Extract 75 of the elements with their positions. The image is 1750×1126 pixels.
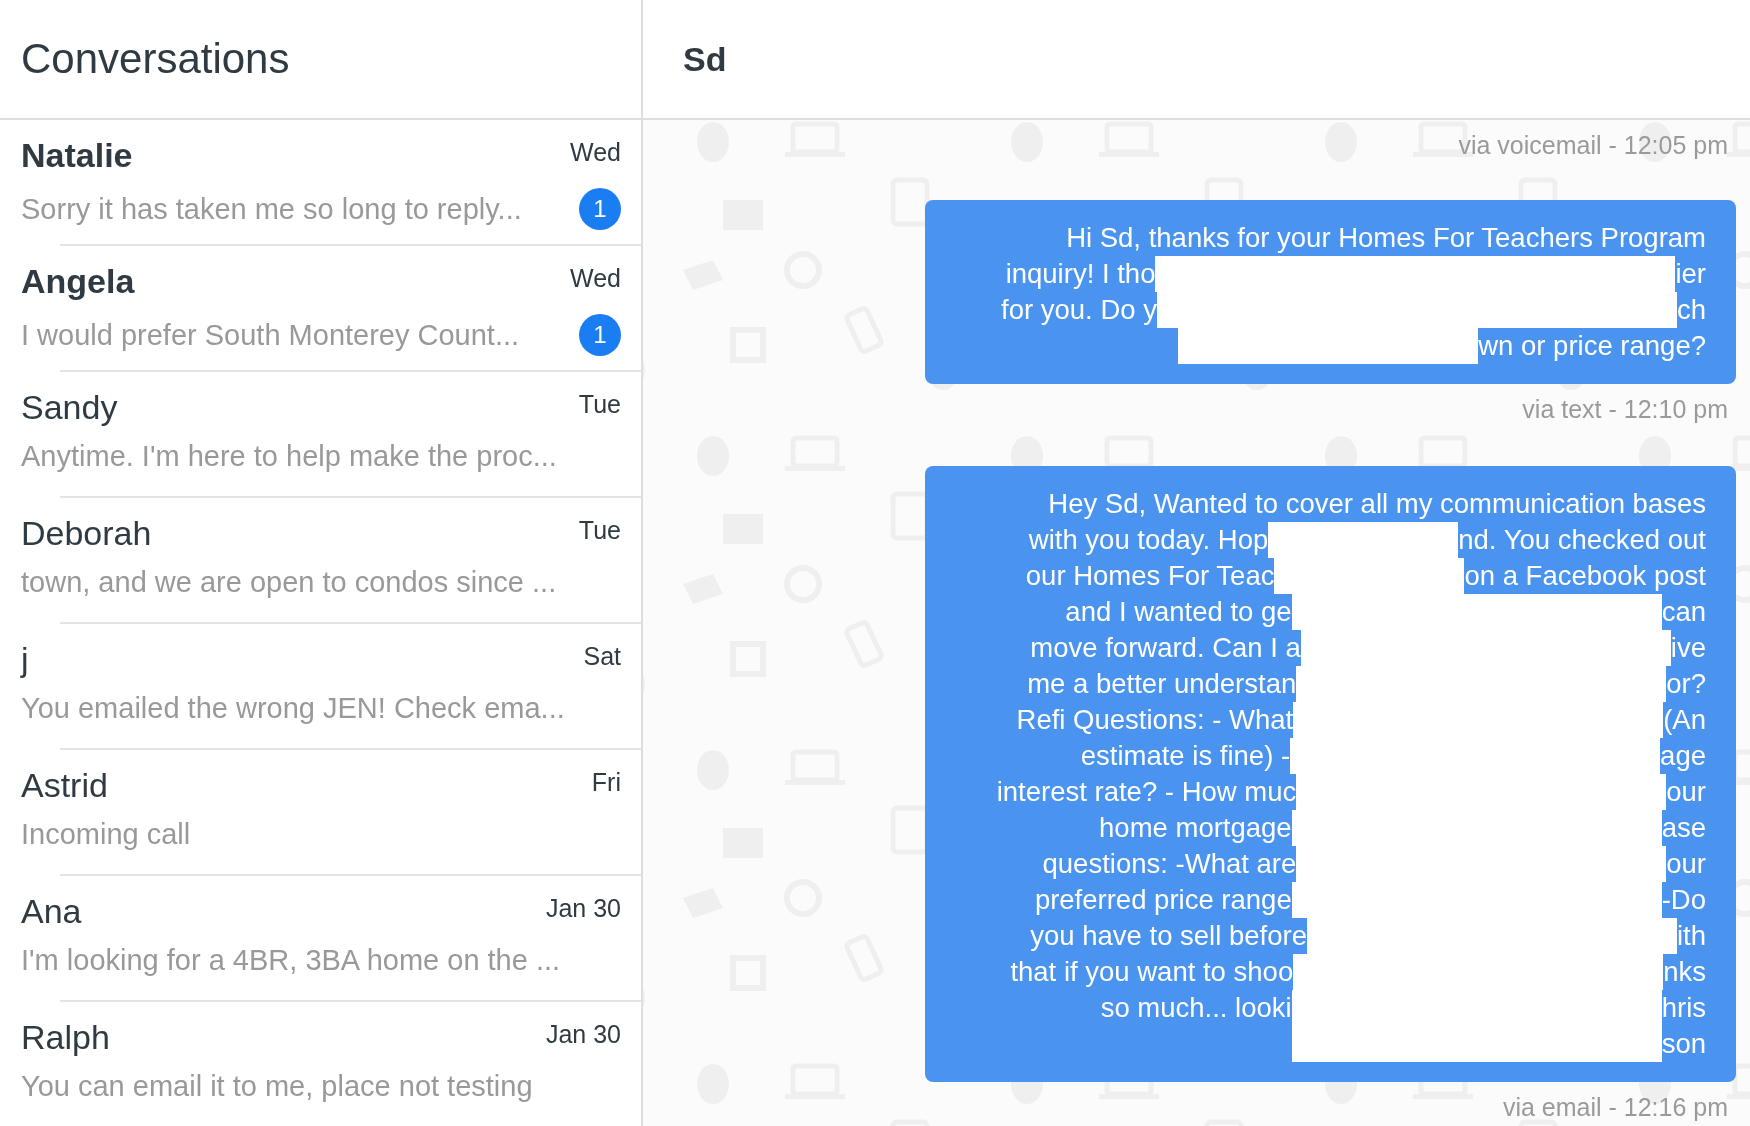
message-preview: I'm looking for a 4BR, 3BA home on the ... <box>21 944 561 977</box>
message-preview: Anytime. I'm here to help make the proc... <box>21 440 557 473</box>
contact-name: Natalie <box>21 136 133 175</box>
unread-count: 1 <box>579 314 621 356</box>
conversation-date: Fri <box>591 768 621 797</box>
conversation-date: Wed <box>570 138 621 167</box>
message-text: ch <box>1676 293 1706 327</box>
message-text: our Homes For Teac <box>1025 559 1275 593</box>
message-text: you have to sell before <box>1030 919 1307 953</box>
conversation-item[interactable]: Astrid Fri Incoming call <box>0 750 641 876</box>
message-text: our <box>1666 847 1706 881</box>
message-text: ier <box>1675 257 1706 291</box>
conversation-item[interactable]: Deborah Tue town, and we are open to condos since ... <box>0 498 641 624</box>
message-text: Hi Sd, thanks for your Homes For Teachers Program <box>1066 221 1706 255</box>
conversation-item[interactable]: Angela Wed I would prefer South Monterey Count... 1 <box>0 246 641 372</box>
conversation-item[interactable]: Natalie Wed Sorry it has taken me so long to reply... 1 <box>0 120 641 246</box>
conversation-item[interactable]: Ralph Jan 30 You can email it to me, place not testing <box>0 1002 641 1126</box>
unread-count: 1 <box>579 188 621 230</box>
message-text: Refi Questions: - What <box>1016 703 1294 737</box>
conversation-item[interactable]: Sandy Tue Anytime. I'm here to help make the proc... <box>0 372 641 498</box>
chat-title: Sd <box>683 39 727 79</box>
message-text: for you. Do y <box>1001 293 1157 327</box>
message-text: can <box>1661 595 1706 629</box>
message-text: estimate is fine) - <box>1080 739 1291 773</box>
contact-name: Angela <box>21 262 135 301</box>
message-text: son <box>1661 1027 1706 1061</box>
message-text: on a Facebook post <box>1464 559 1706 593</box>
message-text: inquiry! I tho <box>1005 257 1156 291</box>
message-preview: You can email it to me, place not testing <box>21 1070 533 1103</box>
contact-name: Sandy <box>21 388 118 427</box>
message-text: so much... looki <box>1100 991 1292 1025</box>
message-text: wn or price range? <box>1478 329 1706 363</box>
message-text: or? <box>1666 667 1706 701</box>
message-text: interest rate? - How muc <box>996 775 1297 809</box>
message-preview: I would prefer South Monterey Count... <box>21 318 520 352</box>
message-text: nd. You checked out <box>1458 523 1706 557</box>
message-text: (An <box>1663 703 1706 737</box>
message-meta: via voicemail - 12:05 pm <box>1458 130 1728 161</box>
message-text: home mortgage <box>1099 811 1292 845</box>
message-text: questions: -What are <box>1042 847 1297 881</box>
message-text: me a better understan <box>1027 667 1297 701</box>
message-preview: town, and we are open to condos since ... <box>21 566 557 599</box>
message-text: preferred price range <box>1034 883 1292 917</box>
sidebar-title: Conversations <box>21 35 290 83</box>
message-text: and I wanted to ge <box>1065 595 1292 629</box>
message-text: Hey Sd, Wanted to cover all my communication bases <box>1048 487 1706 521</box>
message-meta: via email - 12:16 pm <box>1502 1092 1728 1123</box>
conversation-date: Tue <box>578 390 621 419</box>
conversation-date: Tue <box>578 516 621 545</box>
message-text: nks <box>1663 955 1706 989</box>
message-text: ive <box>1670 631 1706 665</box>
contact-name: Ana <box>21 892 82 931</box>
message-preview: You emailed the wrong JEN! Check ema... <box>21 692 565 725</box>
message-text: age <box>1660 739 1706 773</box>
message-text: move forward. Can I a <box>1030 631 1301 665</box>
message-text: that if you want to shoo <box>1010 955 1294 989</box>
message-meta: via text - 12:10 pm <box>1522 394 1728 425</box>
conversation-date: Wed <box>570 264 621 293</box>
conversation-date: Jan 30 <box>545 894 621 923</box>
message-text: hris <box>1661 991 1706 1025</box>
contact-name: j <box>21 640 29 679</box>
message-preview: Incoming call <box>21 818 191 851</box>
message-text: our <box>1666 775 1706 809</box>
contact-name: Astrid <box>21 766 108 805</box>
message-text: ase <box>1661 811 1706 845</box>
conversation-date: Jan 30 <box>545 1020 621 1049</box>
contact-name: Ralph <box>21 1018 110 1057</box>
message-text: ith <box>1676 919 1706 953</box>
conversation-date: Sat <box>583 642 621 671</box>
message-preview: Sorry it has taken me so long to reply... <box>21 192 522 226</box>
conversation-item[interactable]: j Sat You emailed the wrong JEN! Check ema... <box>0 624 641 750</box>
conversation-item[interactable]: Ana Jan 30 I'm looking for a 4BR, 3BA home on the ... <box>0 876 641 1002</box>
message-text: -Do <box>1661 883 1706 917</box>
contact-name: Deborah <box>21 514 152 553</box>
message-text: with you today. Hop <box>1028 523 1269 557</box>
